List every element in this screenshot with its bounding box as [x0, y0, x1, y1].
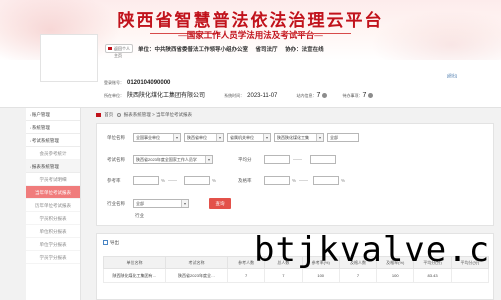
col-unit-name[interactable]: 单位名称	[103, 256, 166, 269]
sidebar-item-unit-credits[interactable]: 单位学分报表	[26, 238, 80, 251]
export-button[interactable]: 导出	[103, 240, 119, 246]
table-row: 陕西陕化煤化工集团有… 陕西省2023年度全… 7 7 100 7 100 83…	[103, 268, 490, 283]
avatar	[40, 34, 98, 82]
message-count[interactable]: 7	[317, 92, 321, 99]
cell-avg-score-2	[450, 268, 490, 283]
breadcrumb-current: 当年单位考试报表	[155, 112, 192, 117]
unit-select-3[interactable]: 省属机关单位 ▾	[227, 133, 271, 142]
message-icon[interactable]	[322, 93, 328, 99]
sidebar-item-member-stats[interactable]: 会员参考统计	[26, 147, 80, 160]
range-separator: ——	[299, 178, 308, 183]
cell-ref-rate: 100	[301, 268, 340, 283]
sidebar-item-current-year-report[interactable]: 当年单位考试报表	[26, 186, 80, 199]
chevron-down-icon: ▾	[181, 200, 188, 207]
ref-rate-label: 参考率	[107, 178, 121, 183]
status-row: 所在单位： 陕西陕化煤化工集团有限公司 系统时间： 2023-11-07 站内信息：…	[104, 90, 387, 99]
exam-name-select[interactable]: 陕西省2023年度全国家工作人员学 ▾	[133, 155, 213, 164]
breadcrumb: 首页 报表系统管理 > 当年单位考试报表	[96, 112, 192, 118]
message-label: 站内信息：	[296, 93, 317, 98]
cell-unit-name[interactable]: 陕西陕化煤化工集团有…	[103, 268, 166, 283]
unit-value: 陕西陕化煤化工集团有限公司	[127, 93, 206, 99]
chevron-down-icon: ▾	[205, 156, 212, 163]
chevron-down-icon: ▾	[173, 134, 180, 141]
unit-select-2[interactable]: 陕西省单位 ▾	[184, 133, 224, 142]
percent-sign: %	[161, 178, 166, 183]
filter-panel: 单位名称 全国事业单位 ▾ 陕西省单位 ▾ 省属机关单位 ▾ 陕西陕化煤化工集 ▾ 全部…	[96, 123, 494, 226]
main-content: 首页 报表系统管理 > 当年单位考试报表 单位名称 全国事业单位 ▾ 陕西省单位 ▾…	[92, 108, 501, 300]
breadcrumb-home[interactable]: 首页	[104, 112, 113, 117]
sidebar-item-unit-points[interactable]: 单位积分报表	[26, 225, 80, 238]
sidebar-item-exam-system[interactable]: 考试系统管理	[26, 134, 80, 147]
sidebar-item-student-exam-detail[interactable]: 学员考试明细	[26, 173, 80, 186]
chevron-down-icon: ▾	[263, 134, 270, 141]
pass-rate-label: 及格率	[238, 178, 252, 183]
chevron-down-icon: ▾	[216, 134, 223, 141]
percent-sign: %	[341, 178, 346, 183]
time-value: 2023-11-07	[247, 93, 278, 99]
unit-select-5[interactable]: 全部	[327, 133, 359, 142]
unit-select-4[interactable]: 陕西陕化煤化工集 ▾	[274, 133, 324, 142]
sidebar: 账户管理 系统管理 考试系统管理 会员参考统计 报表系统管理 学员考试明细 当年…	[26, 108, 81, 300]
sidebar-item-system[interactable]: 系统管理	[26, 121, 80, 134]
pass-rate-min-input[interactable]	[264, 176, 290, 185]
platform-title: 陕西省智慧普法依法治理云平台	[117, 11, 384, 31]
ref-rate-min-input[interactable]	[133, 176, 159, 185]
logout-link[interactable]: [退出]	[447, 73, 457, 79]
watermark-text: btjkvalve.c	[254, 230, 491, 270]
sponsor-unit: 单位：中共陕西省委普法工作领导小组办公室	[138, 47, 249, 53]
cell-pass-count: 7	[338, 268, 378, 283]
range-separator: ——	[293, 157, 302, 162]
query-button[interactable]: 查询	[209, 198, 231, 209]
unit-label: 所在单位：	[104, 93, 124, 98]
sidebar-item-student-credits[interactable]: 学员学分报表	[26, 251, 80, 264]
personal-home-button[interactable]: 返回个人主页	[105, 44, 133, 58]
todo-icon[interactable]	[368, 93, 374, 99]
avg-score-min-input[interactable]	[264, 155, 290, 164]
exam-name-label: 考试名称	[107, 157, 125, 162]
industry-label: 行业名称	[107, 201, 125, 206]
range-separator: ——	[168, 178, 177, 183]
avg-score-max-input[interactable]	[310, 155, 336, 164]
sponsor-line: 单位：中共陕西省委普法工作领导小组办公室 省司法厅 协办：法宣在线	[138, 45, 330, 53]
todo-count[interactable]: 7	[363, 92, 367, 99]
col-exam-name[interactable]: 考试名称	[165, 256, 228, 269]
cell-avg-score: 83.43	[413, 268, 452, 283]
cell-total: 7	[264, 268, 303, 283]
chevron-down-icon: ▾	[316, 134, 323, 141]
percent-sign: %	[212, 178, 217, 183]
todo-label: 待办事项：	[342, 93, 363, 98]
cell-pass-rate: 100	[376, 268, 415, 283]
percent-sign: %	[292, 178, 297, 183]
breadcrumb-mid[interactable]: 报表系统管理	[124, 112, 151, 117]
account-value: 0120104090000	[127, 80, 171, 86]
unit-select-1[interactable]: 全国事业单位 ▾	[133, 133, 181, 142]
export-icon	[103, 240, 108, 246]
pass-rate-max-input[interactable]	[313, 176, 339, 185]
cell-participants: 7	[226, 268, 266, 283]
sponsor-host: 省司法厅	[255, 47, 278, 53]
avg-score-label: 平均分	[238, 157, 252, 162]
sponsor-co: 协办：法宣在线	[285, 47, 324, 53]
unit-name-label: 单位名称	[107, 135, 125, 140]
sidebar-item-history-report[interactable]: 历年单位考试报表	[26, 199, 80, 212]
sidebar-item-report-system[interactable]: 报表系统管理	[26, 160, 80, 173]
home-icon	[96, 112, 101, 117]
account-label: 登录账号：	[104, 80, 124, 85]
ref-rate-max-input[interactable]	[184, 176, 210, 185]
subtitle-rule	[281, 33, 351, 34]
cell-exam-name: 陕西省2023年度全…	[165, 268, 228, 283]
industry-select[interactable]: 全部 ▾	[133, 199, 189, 208]
personal-home-label: 返回个人主页	[114, 46, 130, 58]
sidebar-item-student-points[interactable]: 学员积分报表	[26, 212, 80, 225]
export-label: 导出	[110, 240, 119, 245]
breadcrumb-sep: >	[152, 112, 155, 117]
sidebar-item-account[interactable]: 账户管理	[26, 108, 80, 121]
location-icon	[116, 112, 121, 117]
industry-sub-label: 行业	[135, 213, 144, 218]
home-icon	[108, 47, 112, 50]
account-row: 登录账号： 0120104090000	[104, 80, 170, 86]
time-label: 系统时间：	[224, 93, 245, 98]
